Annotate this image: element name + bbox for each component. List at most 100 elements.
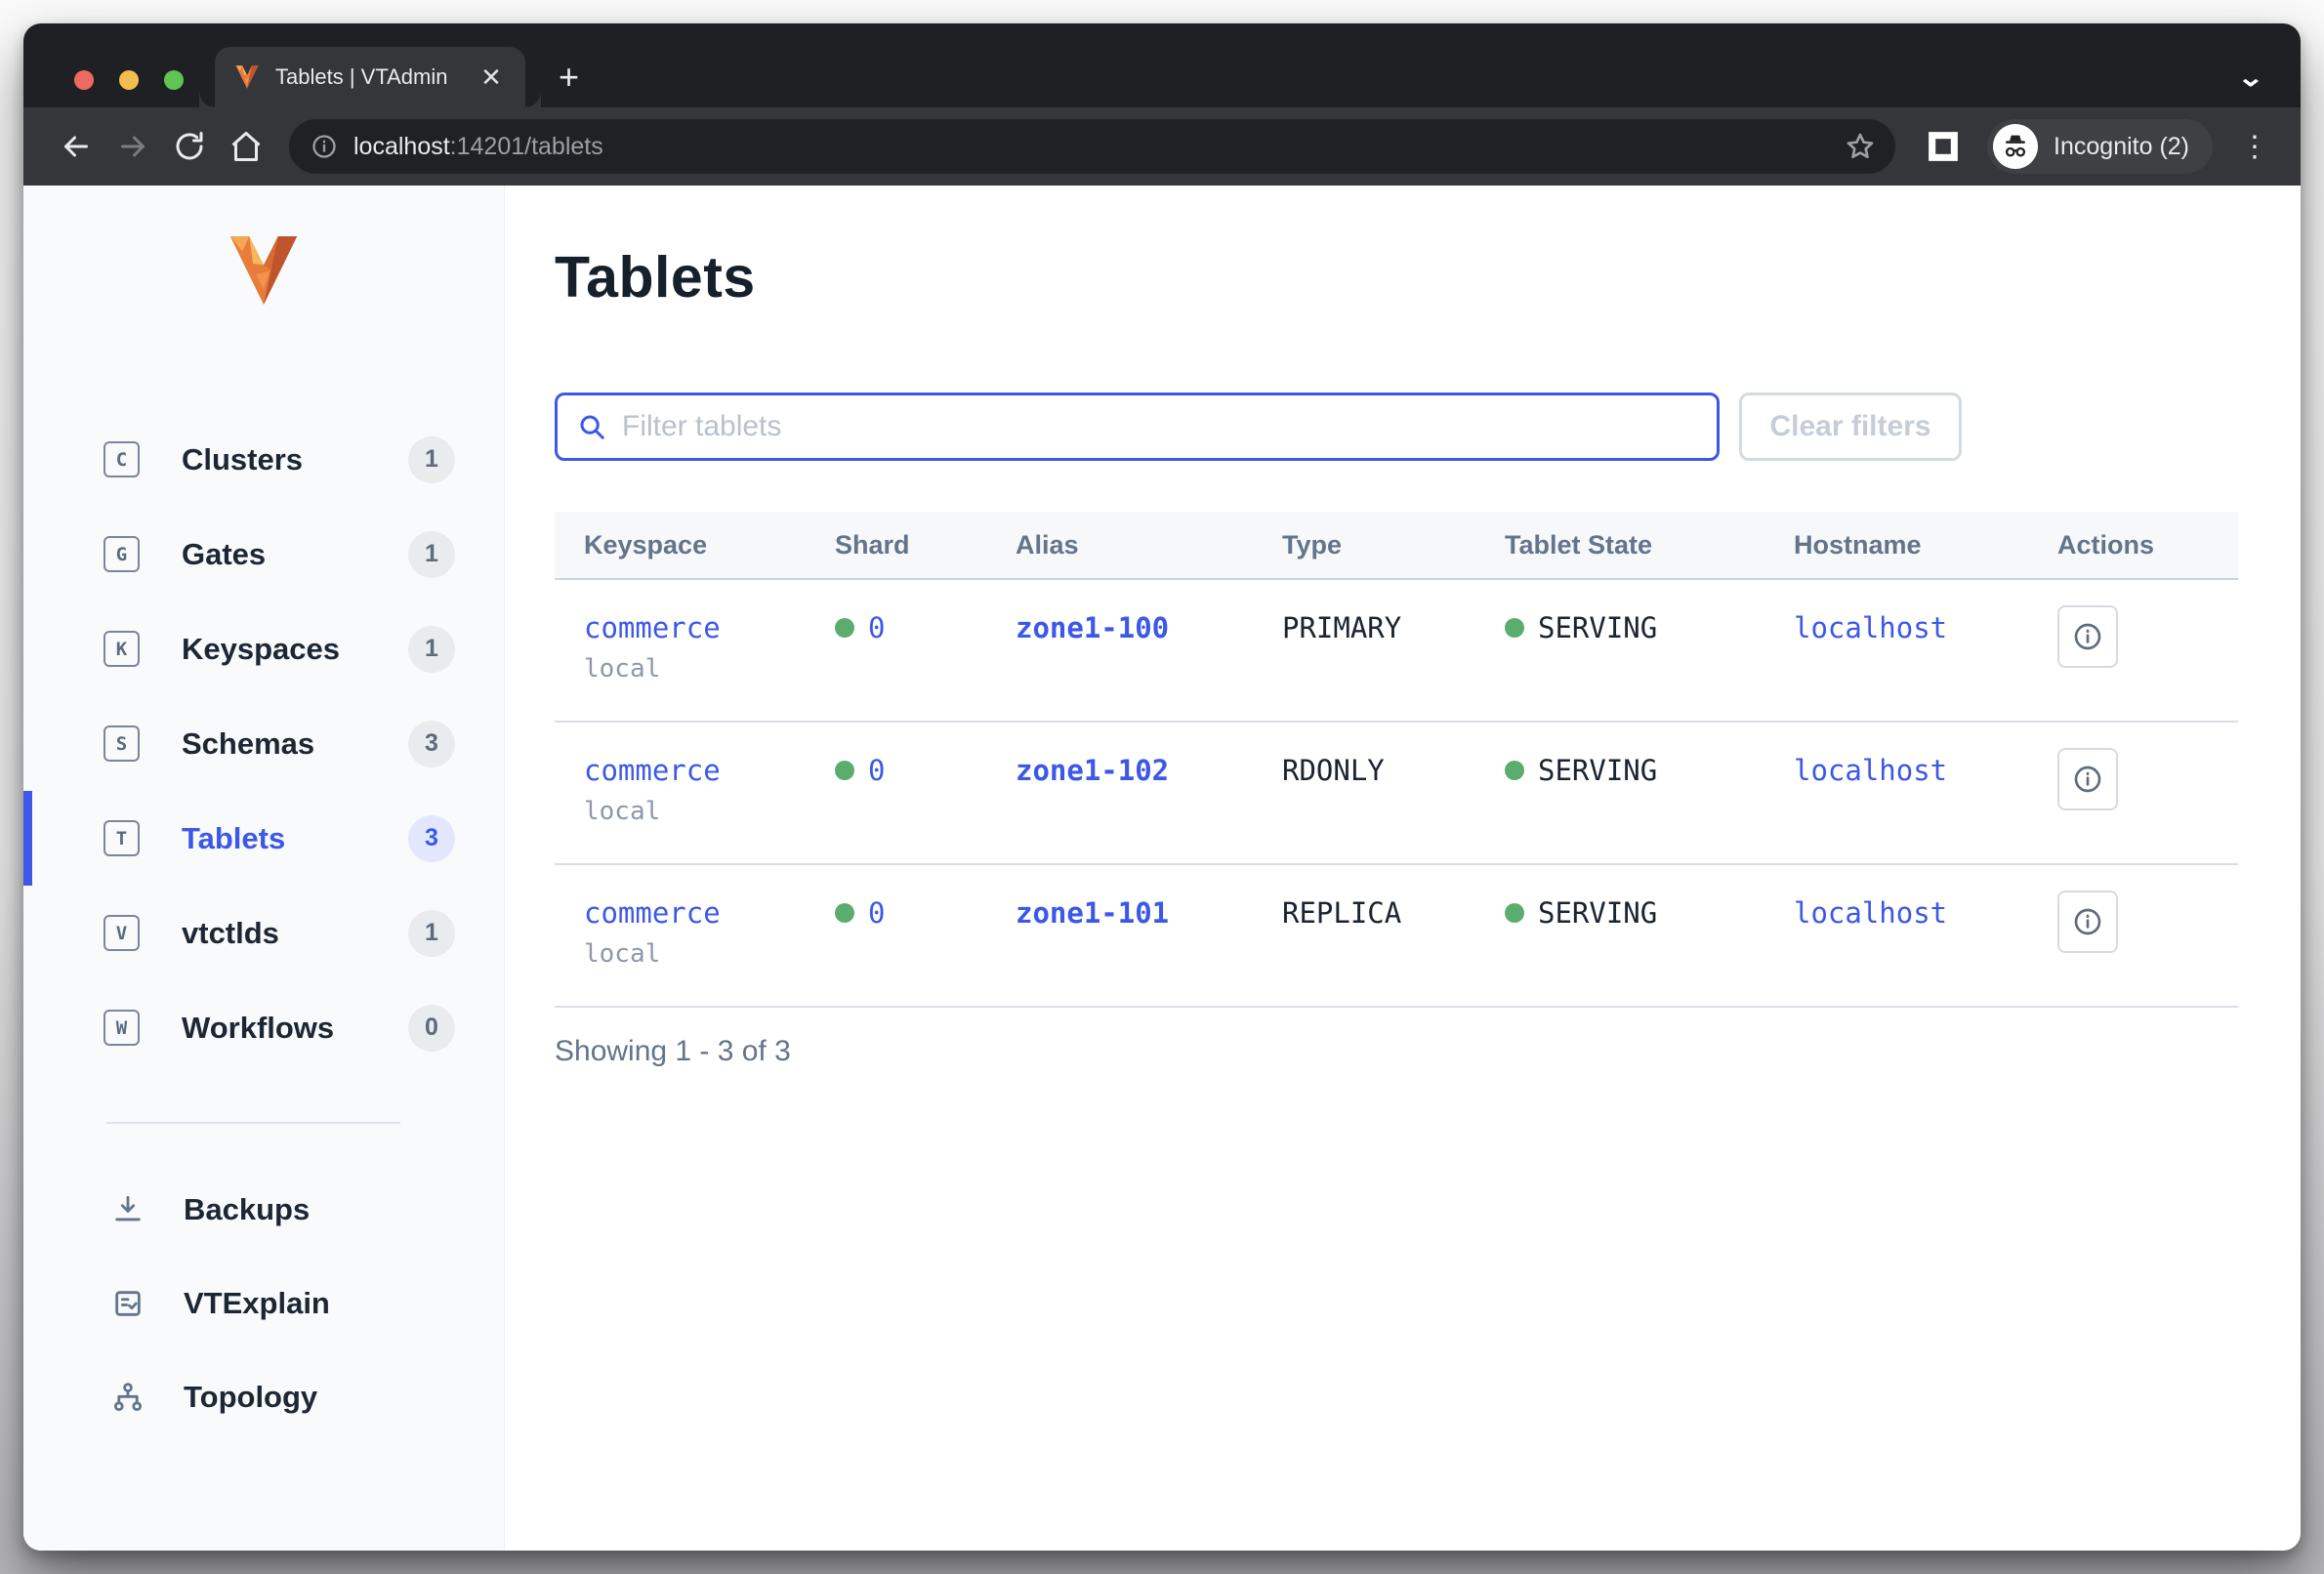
col-tablet-state: Tablet State — [1475, 530, 1764, 560]
browser-menu-icon[interactable]: ⋮ — [2238, 130, 2271, 164]
table-header-row: Keyspace Shard Alias Type Tablet State H… — [555, 512, 2238, 580]
gates-count-badge: 1 — [408, 531, 455, 578]
cluster-label: local — [584, 939, 806, 969]
zoom-window-button[interactable] — [164, 70, 184, 90]
filter-controls: Clear filters — [555, 393, 2301, 461]
hostname-link[interactable]: localhost — [1794, 754, 1947, 787]
incognito-label: Incognito (2) — [2054, 133, 2189, 161]
serving-status-dot — [1505, 903, 1524, 923]
site-info-icon[interactable] — [311, 133, 338, 160]
shard-link[interactable]: 0 — [868, 611, 885, 644]
sidebar-secondary-nav: Backups VTExplain Topology — [23, 1163, 504, 1444]
clusters-icon: C — [104, 441, 140, 477]
sidebar-item-gates[interactable]: G Gates 1 — [23, 507, 504, 601]
sidebar-item-schemas[interactable]: S Schemas 3 — [23, 696, 504, 791]
results-summary: Showing 1 - 3 of 3 — [555, 1035, 2301, 1068]
vtadmin-app: C Clusters 1 G Gates 1 K Keyspaces 1 — [23, 186, 2301, 1551]
url-text: localhost:14201/tablets — [353, 133, 1845, 161]
tablet-info-button[interactable] — [2057, 891, 2118, 953]
hostname-link[interactable]: localhost — [1794, 611, 1947, 644]
schemas-count-badge: 3 — [408, 721, 455, 767]
sidebar: C Clusters 1 G Gates 1 K Keyspaces 1 — [23, 186, 505, 1551]
topology-icon — [109, 1381, 146, 1414]
tablet-type: RDONLY — [1253, 723, 1475, 863]
vitess-logo[interactable] — [226, 236, 302, 305]
page-title: Tablets — [555, 244, 2301, 311]
sidebar-item-workflows[interactable]: W Workflows 0 — [23, 980, 504, 1075]
clear-filters-button[interactable]: Clear filters — [1739, 393, 1962, 461]
sidebar-item-clusters[interactable]: C Clusters 1 — [23, 412, 504, 507]
browser-window: Tablets | VTAdmin ✕ + ⌄ localhost:14201/… — [23, 23, 2301, 1551]
keyspaces-icon: K — [104, 631, 140, 667]
col-hostname: Hostname — [1764, 530, 2028, 560]
tablet-alias-link[interactable]: zone1-101 — [1016, 896, 1169, 930]
incognito-icon — [1993, 124, 2038, 169]
info-icon — [2072, 906, 2103, 937]
new-tab-button[interactable]: + — [547, 47, 591, 107]
bookmark-star-icon[interactable] — [1845, 131, 1876, 162]
tablets-table: Keyspace Shard Alias Type Tablet State H… — [555, 512, 2238, 1008]
document-check-icon — [109, 1287, 146, 1320]
url-path: :14201/tablets — [450, 133, 603, 160]
tablet-alias-link[interactable]: zone1-102 — [1016, 754, 1169, 787]
shard-status-dot — [835, 761, 854, 780]
close-window-button[interactable] — [74, 70, 94, 90]
home-button[interactable] — [223, 123, 270, 170]
main-content: Tablets Clear filters Keyspace Shard Ali… — [505, 186, 2301, 1551]
col-actions: Actions — [2028, 530, 2238, 560]
shard-status-dot — [835, 903, 854, 923]
sidebar-item-tablets[interactable]: T Tablets 3 — [23, 791, 504, 886]
chevron-down-icon[interactable]: ⌄ — [2237, 62, 2264, 93]
sidebar-item-vtexplain[interactable]: VTExplain — [23, 1257, 504, 1350]
browser-tab[interactable]: Tablets | VTAdmin ✕ — [215, 47, 525, 107]
clusters-count-badge: 1 — [408, 436, 455, 483]
url-bar[interactable]: localhost:14201/tablets — [289, 119, 1895, 174]
info-icon — [2072, 621, 2103, 652]
hostname-link[interactable]: localhost — [1794, 896, 1947, 930]
keyspace-link[interactable]: commerce — [584, 754, 806, 787]
search-icon — [577, 412, 606, 441]
filter-input-wrap — [555, 393, 1720, 461]
tab-strip: Tablets | VTAdmin ✕ + ⌄ — [23, 23, 2301, 107]
keyspace-link[interactable]: commerce — [584, 611, 806, 644]
workflows-count-badge: 0 — [408, 1005, 455, 1052]
table-row: commerce local 0 zone1-102 RDONLY SERVIN… — [555, 723, 2238, 865]
side-panel-icon[interactable] — [1927, 130, 1960, 163]
tablet-type: REPLICA — [1253, 865, 1475, 1006]
sidebar-item-backups[interactable]: Backups — [23, 1163, 504, 1257]
back-button[interactable] — [53, 123, 100, 170]
reload-button[interactable] — [166, 123, 213, 170]
sidebar-item-vtctlds[interactable]: V vtctlds 1 — [23, 886, 504, 980]
tablet-type: PRIMARY — [1253, 580, 1475, 721]
col-shard: Shard — [806, 530, 986, 560]
tablets-icon: T — [104, 820, 140, 856]
tablet-alias-link[interactable]: zone1-100 — [1016, 611, 1169, 644]
info-icon — [2072, 764, 2103, 795]
gates-icon: G — [104, 536, 140, 572]
tablet-state: SERVING — [1538, 896, 1657, 930]
sidebar-item-topology[interactable]: Topology — [23, 1350, 504, 1444]
url-host: localhost — [353, 133, 450, 160]
incognito-badge: Incognito (2) — [1987, 119, 2213, 174]
sidebar-divider — [106, 1122, 400, 1124]
minimize-window-button[interactable] — [119, 70, 139, 90]
forward-button[interactable] — [109, 123, 156, 170]
shard-link[interactable]: 0 — [868, 754, 885, 787]
sidebar-item-keyspaces[interactable]: K Keyspaces 1 — [23, 601, 504, 696]
cluster-label: local — [584, 797, 806, 826]
sidebar-nav: C Clusters 1 G Gates 1 K Keyspaces 1 — [23, 412, 504, 1075]
tablets-count-badge: 3 — [408, 815, 455, 862]
tablet-info-button[interactable] — [2057, 748, 2118, 810]
filter-tablets-input[interactable] — [622, 410, 1697, 443]
serving-status-dot — [1505, 761, 1524, 780]
keyspace-link[interactable]: commerce — [584, 896, 806, 930]
cluster-label: local — [584, 654, 806, 683]
traffic-lights — [74, 70, 184, 90]
shard-link[interactable]: 0 — [868, 896, 885, 930]
download-icon — [109, 1193, 146, 1226]
tablet-info-button[interactable] — [2057, 605, 2118, 668]
col-alias: Alias — [986, 530, 1253, 560]
col-type: Type — [1253, 530, 1475, 560]
tab-close-icon[interactable]: ✕ — [475, 61, 508, 94]
col-keyspace: Keyspace — [555, 530, 806, 560]
